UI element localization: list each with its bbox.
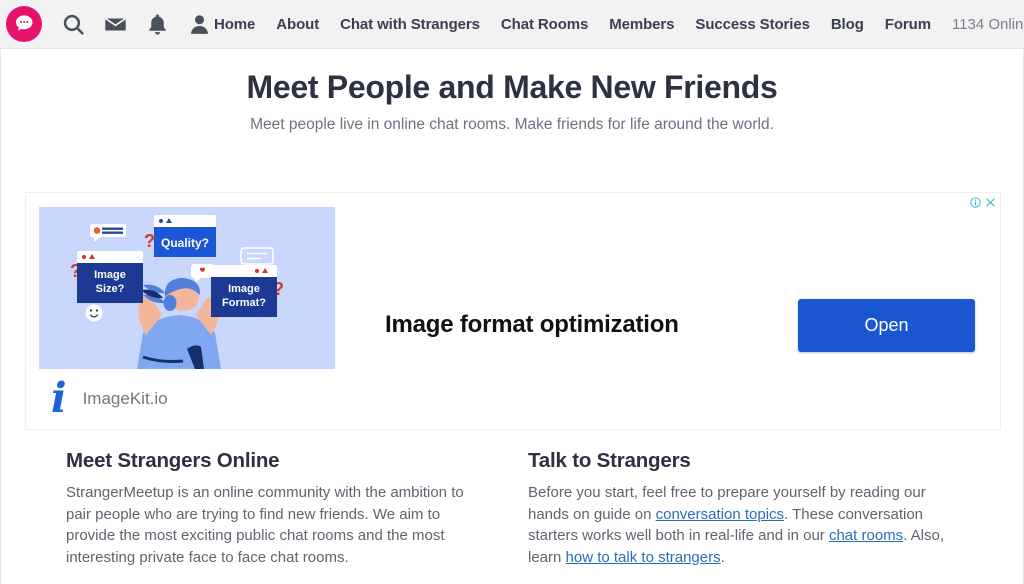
page-title: Meet People and Make New Friends xyxy=(246,69,778,105)
svg-text:Format?: Format? xyxy=(222,297,266,309)
ad-brand: i ImageKit.io xyxy=(45,378,168,419)
page-content: Meet People and Make New Friends Meet pe… xyxy=(0,49,1024,584)
svg-text:?: ? xyxy=(144,231,155,251)
content-columns: Meet Strangers Online StrangerMeetup is … xyxy=(1,449,1023,584)
advertisement-top[interactable]: ? ? ? Image Size? Quality? Image Format?… xyxy=(25,192,1001,430)
svg-text:Image: Image xyxy=(94,269,126,281)
nav-link-chat-with-strangers[interactable]: Chat with Strangers xyxy=(340,16,480,33)
section-heading-meet-strangers: Meet Strangers Online xyxy=(66,449,280,472)
nav-link-blog[interactable]: Blog xyxy=(831,16,864,33)
svg-text:Quality?: Quality? xyxy=(161,236,209,250)
online-count-status: 1134 Online xyxy=(951,15,1024,33)
ad-illustration: ? ? ? Image Size? Quality? Image Format? xyxy=(39,207,335,369)
info-icon[interactable] xyxy=(970,196,981,212)
link-how-to-talk-to-strangers[interactable]: how to talk to strangers xyxy=(566,549,721,566)
profile-icon[interactable] xyxy=(184,9,214,39)
svg-text:Size?: Size? xyxy=(96,283,125,295)
paragraph-text-part-4: . xyxy=(720,548,725,566)
chat-bubble-logo-icon xyxy=(15,15,33,31)
site-logo[interactable] xyxy=(6,6,42,42)
ad-headline: Image format optimization xyxy=(385,311,679,338)
close-icon[interactable] xyxy=(985,196,996,212)
link-chat-rooms[interactable]: chat rooms xyxy=(829,527,903,544)
column-meet-strangers: Meet Strangers Online StrangerMeetup is … xyxy=(1,449,489,584)
nav-link-members[interactable]: Members xyxy=(609,16,674,33)
ad-top-inner: ? ? ? Image Size? Quality? Image Format?… xyxy=(39,207,987,419)
hero-subtitle: Meet people live in online chat rooms. M… xyxy=(250,116,774,133)
nav-link-chat-rooms[interactable]: Chat Rooms xyxy=(501,16,588,33)
top-navigation-bar: Home About Chat with Strangers Chat Room… xyxy=(0,0,1024,49)
svg-text:Image: Image xyxy=(228,283,260,295)
nav-link-success-stories[interactable]: Success Stories xyxy=(695,16,810,33)
ad-brand-name: ImageKit.io xyxy=(82,388,168,408)
link-conversation-topics[interactable]: conversation topics xyxy=(656,506,784,523)
hero-section: Meet People and Make New Friends Meet pe… xyxy=(1,49,1023,134)
search-icon[interactable] xyxy=(58,9,88,39)
nav-link-forum[interactable]: Forum xyxy=(885,16,931,33)
ad-top-controls xyxy=(970,196,996,212)
page-root: Home About Chat with Strangers Chat Room… xyxy=(0,0,1024,584)
nav-link-about[interactable]: About xyxy=(276,16,319,33)
section-heading-talk-to-strangers: Talk to Strangers xyxy=(528,449,691,472)
nav-link-home[interactable]: Home xyxy=(214,16,255,33)
ad-open-button[interactable]: Open xyxy=(798,299,975,352)
messages-icon[interactable] xyxy=(100,9,130,39)
section-paragraph-meet-strangers: StrangerMeetup is an online community wi… xyxy=(66,484,464,566)
notifications-icon[interactable] xyxy=(142,9,172,39)
nav-icon-group xyxy=(6,6,214,42)
column-talk-to-strangers: Talk to Strangers Before you start, feel… xyxy=(489,449,977,584)
section-paragraph-talk-to-strangers: Before you start, feel free to prepare y… xyxy=(528,482,945,568)
imagekit-logo-icon: i xyxy=(51,374,67,422)
nav-links-group: Home About Chat with Strangers Chat Room… xyxy=(214,16,1024,33)
